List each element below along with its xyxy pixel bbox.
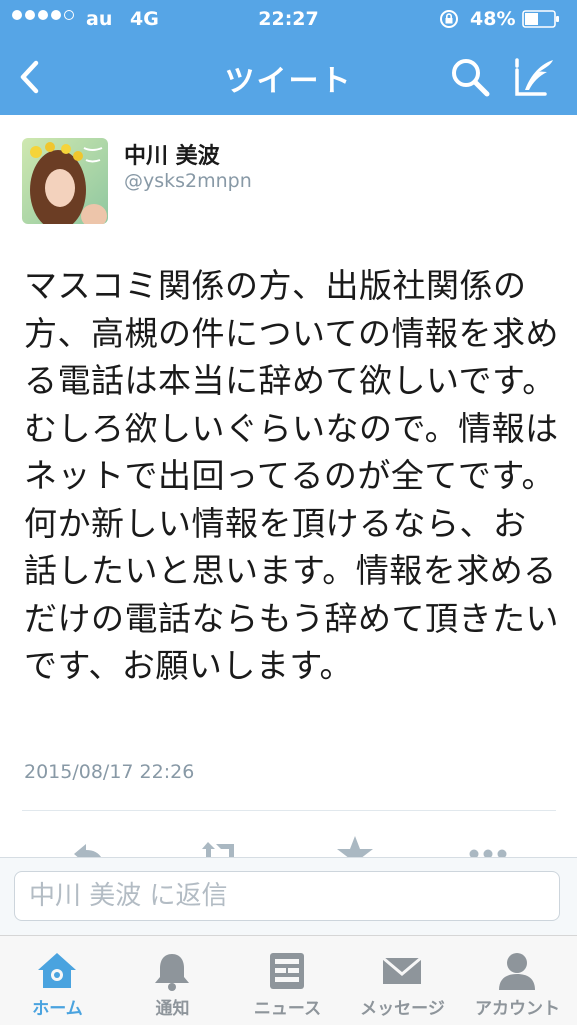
reply-box[interactable] <box>14 871 560 921</box>
tab-label-account: アカウント <box>475 999 560 1019</box>
reply-input[interactable] <box>15 872 559 920</box>
home-icon <box>38 953 76 988</box>
divider <box>22 810 556 811</box>
more-options-icon[interactable] <box>468 834 508 858</box>
tab-news[interactable]: ニュース <box>230 936 345 1025</box>
tweet-actions <box>0 830 577 858</box>
retweet-icon[interactable] <box>200 834 240 858</box>
tab-home[interactable]: ホーム <box>0 936 115 1025</box>
tab-notifications[interactable]: 通知 <box>115 936 230 1025</box>
compose-icon[interactable] <box>513 56 559 98</box>
navigation-bar: ツイート <box>0 38 577 115</box>
battery-percent: 48% <box>470 8 516 30</box>
favorite-star-icon[interactable] <box>335 834 375 858</box>
search-icon[interactable] <box>449 56 491 98</box>
status-bar: au 4G 22:27 48% <box>0 0 577 38</box>
reply-icon[interactable] <box>70 834 110 858</box>
rotation-lock-icon <box>440 10 458 28</box>
user-handle[interactable]: @ysks2mnpn <box>124 170 252 192</box>
tab-bar: ホーム 通知 ニュース メッセージ アカウント <box>0 935 577 1025</box>
header-bar: au 4G 22:27 48% ツイート <box>0 0 577 115</box>
tab-messages[interactable]: メッセージ <box>345 936 460 1025</box>
envelope-icon <box>382 956 422 984</box>
reply-bar <box>0 857 577 936</box>
news-icon <box>270 953 304 989</box>
tweet-timestamp: 2015/08/17 22:26 <box>24 761 195 783</box>
bell-icon <box>155 954 189 991</box>
tab-account[interactable]: アカウント <box>460 936 575 1025</box>
avatar[interactable] <box>22 138 108 224</box>
tweet-text: マスコミ関係の方、出版社関係の方、高槻の件についての情報を求める電話は本当に辞め… <box>24 266 560 685</box>
battery-icon <box>522 10 559 28</box>
person-icon <box>499 953 535 990</box>
display-name[interactable]: 中川 美波 <box>124 138 220 170</box>
